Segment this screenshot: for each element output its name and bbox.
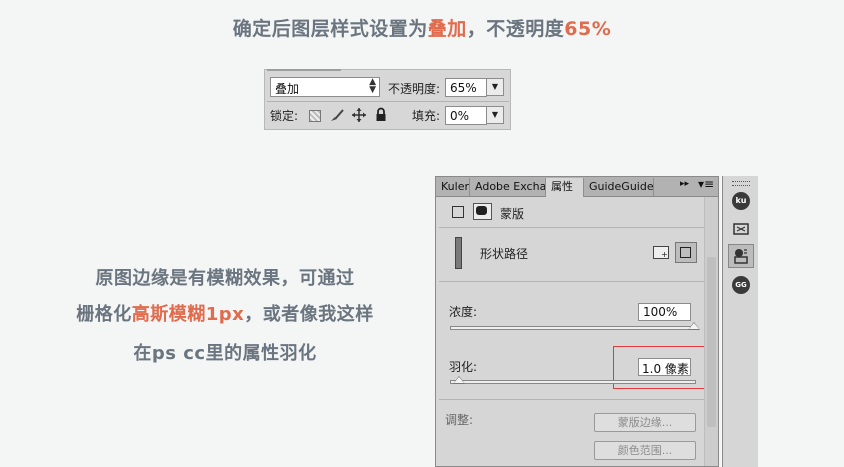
opacity-dropdown-button[interactable]: ▼ [486,78,504,96]
fill-dropdown-button[interactable]: ▼ [486,106,504,124]
lock-all-padlock-icon[interactable] [374,107,388,123]
mask-type-label: 蒙版 [500,207,525,221]
right-panel-dock: ku GG [722,176,758,467]
guideguide-icon[interactable]: GG [732,276,750,294]
feather-slider[interactable] [450,380,696,384]
vector-mask-small-icon [680,247,691,258]
tab-guideguide[interactable]: GuideGuide [584,178,654,196]
opacity-field[interactable]: 65% [445,78,487,97]
fill-label: 填充: [412,109,441,123]
panel-menu-icon[interactable]: ▾≡ [698,177,714,191]
description-line-1: 原图边缘是有模糊效果，可通过 [95,268,355,289]
adobe-exchange-icon[interactable] [732,220,750,238]
panel-tab-bar: Kuler Adobe Exchar 属性 GuideGuide ▸▸ ▾≡ [436,177,718,197]
properties-panel: Kuler Adobe Exchar 属性 GuideGuide ▸▸ ▾≡ 蒙… [435,176,719,467]
heading-blend-word: 叠加 [427,18,467,40]
dock-grip[interactable] [732,181,750,186]
panel-divider-1 [439,227,704,228]
feather-slider-knob[interactable] [452,376,465,384]
opacity-value: 65% [450,81,477,95]
description-line-2-prefix: 栅格化 [76,304,132,325]
tab-properties[interactable]: 属性 [546,178,584,197]
lock-label: 锁定: [270,109,299,123]
fill-value: 0% [450,109,470,123]
pixel-mask-inner [476,206,487,215]
vector-mask-icon[interactable] [452,206,464,218]
heading-middle: ，不透明度 [466,18,565,40]
layerbar-top-divider [267,69,341,71]
pixel-mask-icon[interactable] [473,203,492,220]
plus-glyph: + [661,250,668,259]
page-heading: 确定后图层样式设置为叠加，不透明度65% [0,14,844,41]
panel-scrollbar[interactable] [704,197,718,466]
density-field[interactable]: 100% [638,303,691,321]
heading-prefix: 确定后图层样式设置为 [232,18,428,40]
heading-opacity-word: 65% [564,18,612,40]
tab-adobe-exchange[interactable]: Adobe Exchar [470,178,546,196]
panel-collapse-icon[interactable]: ▸▸ [680,179,689,189]
layerbar-separator [267,101,509,102]
lock-transparent-pixels-icon[interactable] [309,110,321,122]
kuler-icon[interactable]: ku [732,192,750,210]
panel-divider-2 [439,281,704,282]
layers-options-bar: 叠加 ▲ ▼ 不透明度: 65% ▼ 锁定: 填充: 0% ▼ [264,69,511,130]
opacity-label: 不透明度: [388,82,441,96]
density-slider-knob[interactable] [688,322,700,330]
shape-path-label: 形状路径 [480,247,529,261]
shape-path-thumbnail [455,237,462,269]
description-highlight: 高斯模糊1px [131,304,245,325]
properties-dock-button[interactable] [728,244,754,268]
lock-image-pixels-brush-icon[interactable] [329,107,345,123]
add-mask-icon[interactable]: + [653,246,669,259]
color-range-button[interactable]: 颜色范围... [594,441,696,460]
lock-position-move-icon[interactable] [351,107,367,123]
select-vector-mask-button[interactable] [675,242,697,263]
tab-kuler[interactable]: Kuler [436,178,470,196]
refine-label: 调整: [445,413,474,427]
fill-field[interactable]: 0% [445,106,487,125]
panel-divider-3 [439,399,704,400]
mask-edge-button[interactable]: 蒙版边缘... [594,413,696,432]
select-arrows-icon: ▲ ▼ [369,77,376,95]
density-value: 100% [643,305,678,319]
properties-icon [734,249,748,264]
panel-scrollbar-thumb[interactable] [707,257,716,427]
blend-mode-select[interactable]: 叠加 ▲ ▼ [270,77,380,97]
description-line-2-suffix: ，或者像我这样 [244,304,374,325]
density-slider[interactable] [450,326,696,330]
density-label: 浓度: [449,305,478,319]
feather-label: 羽化: [449,360,478,374]
blend-mode-value: 叠加 [275,82,300,96]
description-line-2: 栅格化高斯模糊1px，或者像我这样 [40,300,410,326]
description-line-3: 在ps cc里的属性羽化 [133,343,317,364]
